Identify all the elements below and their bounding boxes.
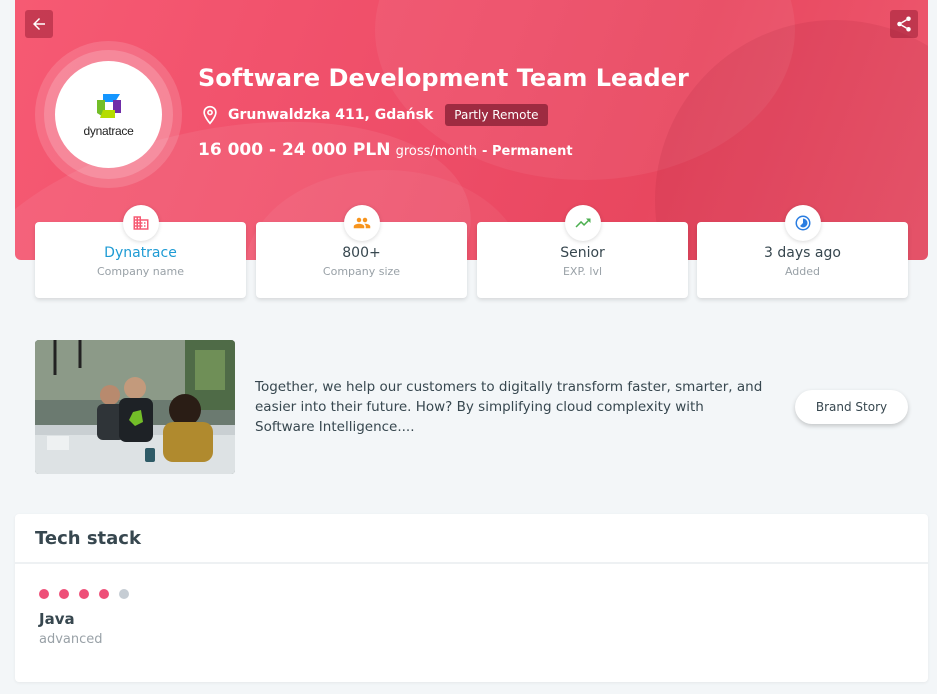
employment-type: - Permanent [482,144,573,159]
trending-up-icon [565,205,601,241]
stat-label: Added [784,265,821,278]
arrow-left-icon [33,18,45,30]
location-pin-icon [203,105,217,125]
skill-rating [39,589,129,599]
company-building-icon [123,205,159,241]
brand-story-button[interactable]: Brand Story [795,390,908,424]
clock-icon [785,205,821,241]
remote-badge: Partly Remote [445,104,548,126]
stat-value: 3 days ago [764,245,841,261]
rating-dot-filled [59,589,69,599]
brand-photo[interactable] [35,340,235,474]
stat-label: Company name [96,265,185,278]
stat-experience: Senior EXP. lvl [477,205,688,298]
stat-label: Company size [322,265,401,278]
rating-dot-filled [99,589,109,599]
rating-dot-filled [39,589,49,599]
tech-stack-title: Tech stack [35,528,141,549]
job-location: Grunwaldzka 411, Gdańsk Partly Remote [200,104,548,126]
people-icon [344,205,380,241]
company-logo-text: dynatrace [83,124,134,138]
share-icon [897,16,911,32]
company-name-link[interactable]: Dynatrace [35,245,246,261]
stat-label: EXP. lvl [562,265,603,278]
stat-company-size: 800+ Company size [256,205,467,298]
company-logo[interactable]: dynatrace [55,61,162,168]
share-button[interactable] [890,10,918,38]
stat-value: Senior [560,245,605,261]
rating-dot-filled [79,589,89,599]
rating-dot-empty [119,589,129,599]
dynatrace-logo-icon [96,94,121,118]
salary-info: 16 000 - 24 000 PLN gross/month - Perman… [198,140,573,160]
skill-name: Java [39,610,75,628]
stat-added: 3 days ago Added [697,205,908,298]
job-title: Software Development Team Leader [198,64,689,92]
back-button[interactable] [25,10,53,38]
job-address[interactable]: Grunwaldzka 411, Gdańsk [228,107,433,123]
team-meeting-image [35,340,235,474]
tech-stack-header: Tech stack [15,514,928,564]
stat-value: 800+ [342,245,381,261]
skill-item: Java advanced [39,589,129,647]
stat-company-name: Dynatrace Company name [35,205,246,298]
skill-level: advanced [39,632,103,647]
brand-description: Together, we help our customers to digit… [255,379,763,435]
salary-range: 16 000 - 24 000 PLN [198,140,391,160]
salary-unit: gross/month [395,144,477,159]
tech-stack-panel: Tech stack Java advanced [15,514,928,682]
